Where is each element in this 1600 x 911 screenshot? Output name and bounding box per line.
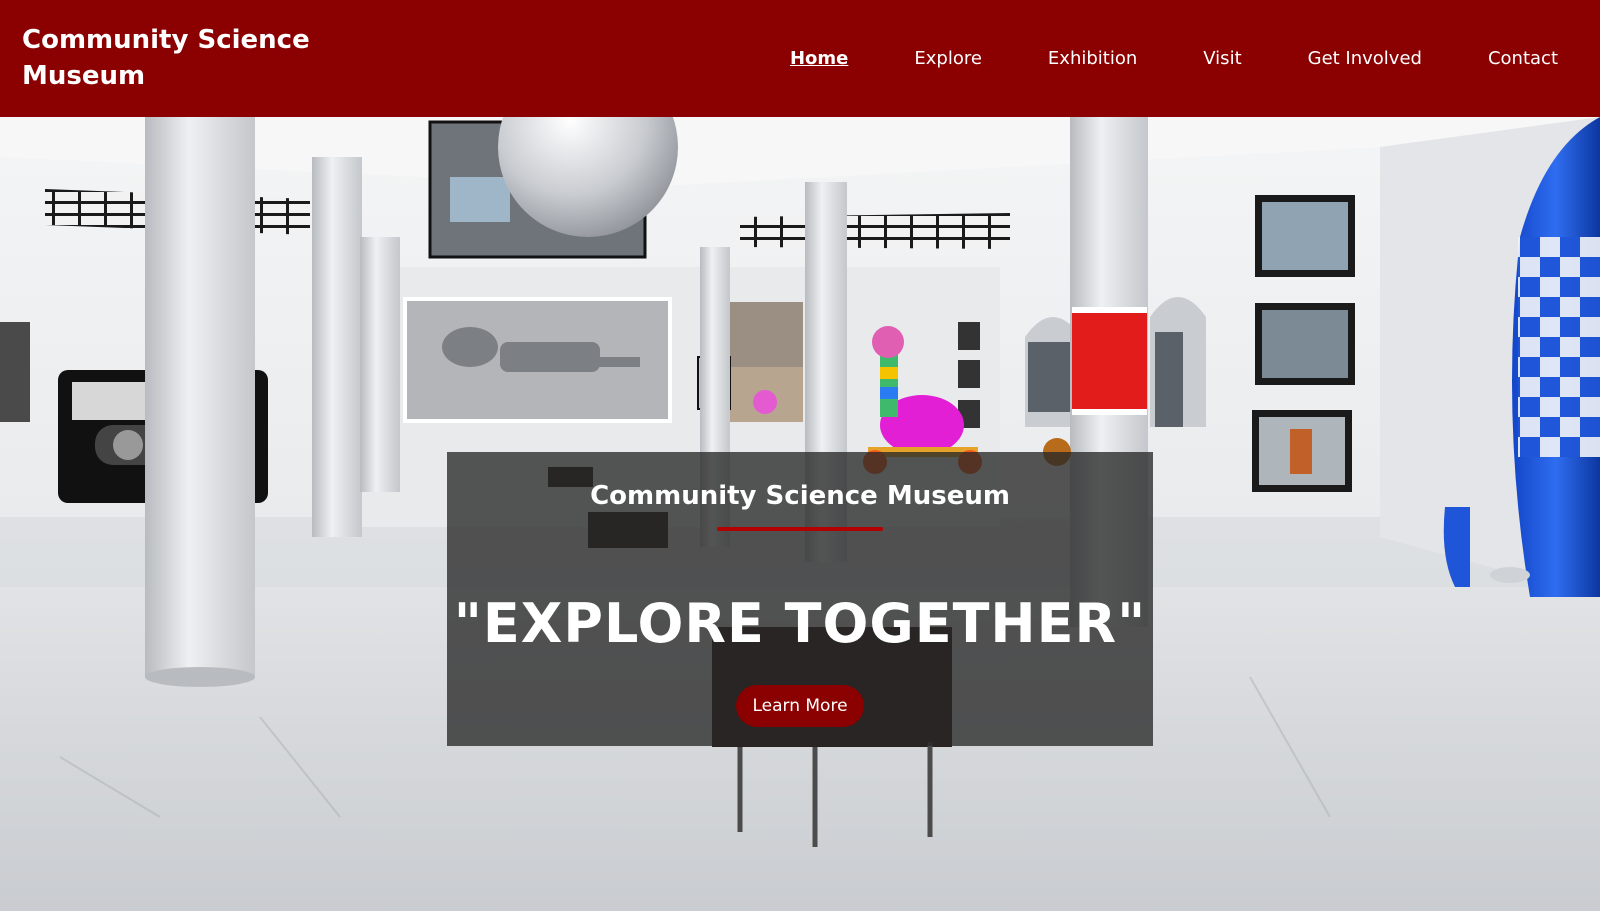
logo-line-1: Community Science (22, 25, 310, 55)
overlay-divider (717, 527, 883, 531)
nav-exhibition[interactable]: Exhibition (1048, 46, 1137, 72)
nav-explore[interactable]: Explore (914, 46, 982, 72)
overlay-title: Community Science Museum (590, 481, 1010, 511)
main-nav: Home Explore Exhibition Visit Get Involv… (790, 46, 1558, 72)
site-logo-link[interactable]: Community Science Museum (22, 22, 322, 94)
site-header: Community Science Museum Home Explore Ex… (0, 0, 1600, 117)
page: Community Science Museum Home Explore Ex… (0, 0, 1600, 911)
logo-line-2: Museum (22, 61, 146, 91)
nav-get-involved[interactable]: Get Involved (1308, 46, 1422, 72)
nav-contact[interactable]: Contact (1488, 46, 1558, 72)
learn-more-button[interactable]: Learn More (736, 685, 864, 727)
nav-home[interactable]: Home (790, 46, 848, 72)
overlay-slogan: "EXPLORE TOGETHER" (453, 592, 1147, 655)
nav-visit[interactable]: Visit (1203, 46, 1241, 72)
hero-overlay-card: Community Science Museum "EXPLORE TOGETH… (447, 452, 1153, 746)
